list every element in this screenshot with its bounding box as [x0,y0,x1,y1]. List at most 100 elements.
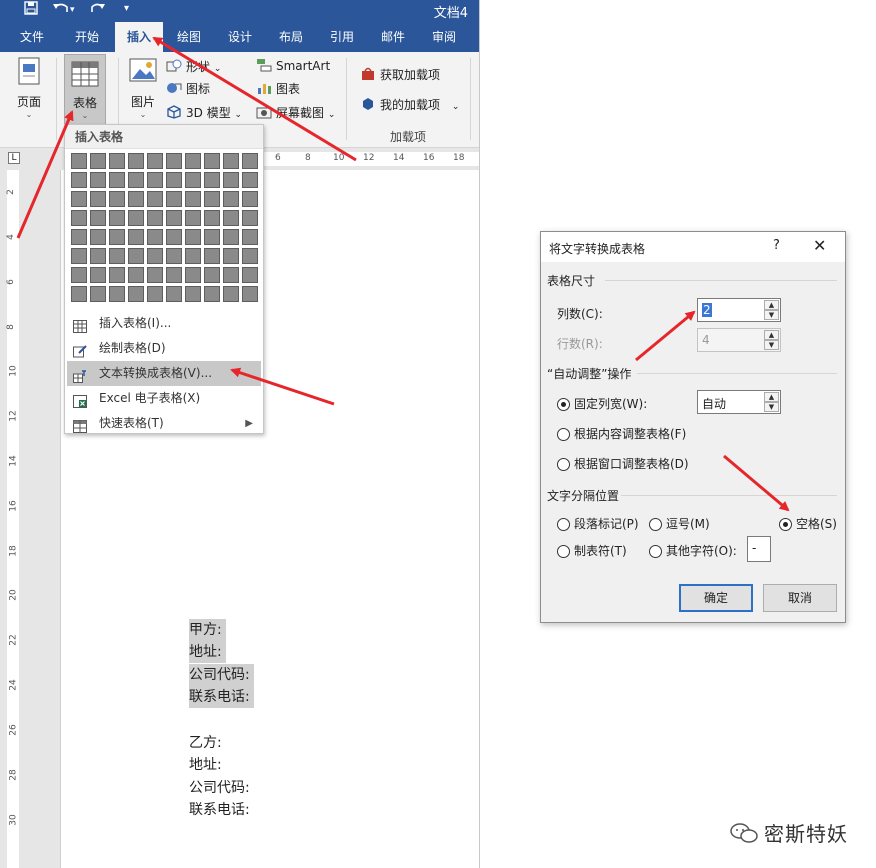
grid-cell[interactable] [242,210,258,226]
space-radio[interactable]: 空格(S) [779,515,837,532]
tab-references[interactable]: 引用 [318,22,366,52]
tab-mailings[interactable]: 邮件 [369,22,417,52]
grid-cell[interactable] [242,153,258,169]
grid-cell[interactable] [109,286,125,302]
close-icon[interactable]: ✕ [813,236,826,255]
grid-cell[interactable] [204,267,220,283]
grid-cell[interactable] [147,172,163,188]
doc-line-phone-b[interactable]: 联系电话: [189,799,254,821]
grid-cell[interactable] [204,153,220,169]
grid-cell[interactable] [242,191,258,207]
grid-cell[interactable] [185,153,201,169]
fit-content-radio[interactable]: 根据内容调整表格(F) [557,425,686,442]
dialog-title-bar[interactable]: 将文字转换成表格 ? ✕ [541,232,845,262]
grid-cell[interactable] [109,267,125,283]
grid-cell[interactable] [166,248,182,264]
grid-cell[interactable] [147,229,163,245]
grid-cell[interactable] [166,153,182,169]
tab-file[interactable]: 文件 [8,22,56,52]
insert-table-item[interactable]: 插入表格(I)... [67,311,261,336]
cancel-button[interactable]: 取消 [763,584,837,612]
spin-up-icon[interactable]: ▲ [764,392,779,402]
grid-cell[interactable] [90,153,106,169]
grid-cell[interactable] [71,286,87,302]
doc-line-company-code-a[interactable]: 公司代码: [189,664,254,686]
redo-icon[interactable] [90,1,106,19]
grid-cell[interactable] [223,286,239,302]
grid-cell[interactable] [204,248,220,264]
tab-draw[interactable]: 绘图 [166,22,212,52]
grid-cell[interactable] [166,229,182,245]
vertical-ruler[interactable]: 2 4 6 8 10 12 14 16 18 20 22 24 26 28 30 [0,170,22,868]
grid-cell[interactable] [90,229,106,245]
ok-button[interactable]: 确定 [679,584,753,612]
doc-line-party-a[interactable]: 甲方: [189,619,226,641]
grid-cell[interactable] [223,267,239,283]
grid-cell[interactable] [204,172,220,188]
grid-cell[interactable] [185,267,201,283]
grid-cell[interactable] [204,191,220,207]
quick-tables-item[interactable]: 快速表格(T) ▶ [67,411,261,436]
grid-cell[interactable] [242,172,258,188]
doc-line-company-code-b[interactable]: 公司代码: [189,777,254,799]
icons-button[interactable]: 图标 [166,80,210,98]
fixed-width-radio[interactable]: 固定列宽(W): [557,395,647,412]
grid-cell[interactable] [147,286,163,302]
grid-cell[interactable] [204,210,220,226]
grid-cell[interactable] [71,191,87,207]
grid-cell[interactable] [109,153,125,169]
grid-cell[interactable] [128,229,144,245]
grid-cell[interactable] [185,172,201,188]
grid-cell[interactable] [242,248,258,264]
grid-cell[interactable] [90,210,106,226]
my-addins-button[interactable]: 我的加载项 ⌄ [360,96,459,114]
get-addins-button[interactable]: 获取加载项 [360,66,440,84]
grid-cell[interactable] [109,172,125,188]
doc-line-phone-a[interactable]: 联系电话: [189,686,254,708]
grid-cell[interactable] [223,248,239,264]
grid-cell[interactable] [185,286,201,302]
excel-spreadsheet-item[interactable]: Excel 电子表格(X) [67,386,261,411]
comma-radio[interactable]: 逗号(M) [649,515,710,532]
fixed-width-spinbox[interactable]: 自动 ▲ ▼ [697,390,781,414]
grid-cell[interactable] [166,191,182,207]
grid-cell[interactable] [71,248,87,264]
grid-cell[interactable] [128,286,144,302]
grid-cell[interactable] [185,248,201,264]
grid-cell[interactable] [71,172,87,188]
grid-cell[interactable] [109,248,125,264]
grid-cell[interactable] [185,191,201,207]
picture-button[interactable]: 图片 ⌄ [126,56,160,119]
save-icon[interactable] [24,1,38,19]
other-char-input[interactable]: - [747,536,771,562]
spin-up-icon[interactable]: ▲ [764,300,779,310]
grid-cell[interactable] [128,172,144,188]
tab-layout[interactable]: 布局 [267,22,315,52]
grid-cell[interactable] [128,153,144,169]
grid-cell[interactable] [71,153,87,169]
smartart-button[interactable]: SmartArt [256,58,330,75]
grid-cell[interactable] [166,210,182,226]
grid-cell[interactable] [166,172,182,188]
grid-cell[interactable] [147,191,163,207]
grid-cell[interactable] [128,191,144,207]
grid-cell[interactable] [223,210,239,226]
fit-window-radio[interactable]: 根据窗口调整表格(D) [557,455,689,472]
grid-cell[interactable] [128,210,144,226]
grid-cell[interactable] [109,210,125,226]
undo-icon[interactable] [52,1,70,19]
grid-cell[interactable] [242,286,258,302]
tab-review[interactable]: 审阅 [420,22,468,52]
chart-button[interactable]: 图表 [256,80,300,98]
page-button[interactable]: 页面 ⌄ [10,56,48,119]
grid-cell[interactable] [204,286,220,302]
columns-spinbox[interactable]: 2 ▲ ▼ [697,298,781,322]
grid-cell[interactable] [166,267,182,283]
grid-cell[interactable] [242,229,258,245]
doc-line-party-b[interactable]: 乙方: [189,732,226,754]
tab-stop-selector[interactable]: L [8,152,20,164]
help-icon[interactable]: ? [773,238,780,253]
screenshot-button[interactable]: 屏幕截图 ⌄ [256,104,335,122]
grid-cell[interactable] [185,210,201,226]
customize-icon[interactable]: ▾ [124,3,129,14]
